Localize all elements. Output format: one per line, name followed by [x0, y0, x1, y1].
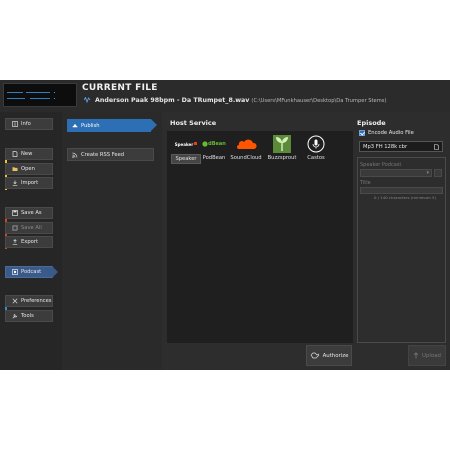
- import-label: Import: [21, 180, 39, 187]
- podcast-publisher-window: CURRENT FILE Anderson Paak 98bpm - Da TR…: [0, 80, 450, 370]
- authorize-label: Authorize: [322, 352, 349, 359]
- tools-button[interactable]: Tools: [5, 309, 53, 322]
- export-icon: [12, 239, 18, 245]
- audio-format-field[interactable]: Mp3 FH 128k cbr: [359, 141, 443, 152]
- buzzsprout-logo: [266, 135, 298, 153]
- podcast-icon: [12, 269, 18, 275]
- castos-logo: [301, 135, 331, 153]
- file-name: Anderson Paak 98bpm - Da TRumpet_8.wav: [95, 97, 250, 104]
- new-button[interactable]: New: [5, 148, 53, 160]
- publish-icon: [72, 123, 78, 129]
- podcast-button[interactable]: Podcast: [5, 266, 58, 278]
- rss-icon: [72, 152, 78, 158]
- service-podbean-label: PodBean: [202, 155, 226, 161]
- open-button[interactable]: Open: [5, 162, 53, 175]
- file-path: (C:\Users\MFunkhauser\Desktop\Da Trumper…: [251, 98, 387, 104]
- title-input[interactable]: [360, 187, 443, 194]
- nav-group-save: Save As Save All Export: [5, 207, 53, 251]
- service-speaker[interactable]: Speaker Speaker: [171, 135, 201, 164]
- title-char-count: 0 / 140 characters (minimum 5): [374, 195, 437, 200]
- nav-group-info: Info: [5, 118, 53, 133]
- info-button[interactable]: Info: [5, 118, 53, 130]
- service-podbean[interactable]: dBean PodBean: [199, 135, 229, 162]
- authorize-button[interactable]: Authorize: [306, 345, 352, 366]
- service-speaker-label: Speaker: [171, 154, 201, 164]
- waveform-thumbnail: [3, 83, 77, 107]
- episode-title: Episode: [357, 119, 386, 127]
- save-all-label: Save All: [21, 224, 42, 231]
- add-podcast-button[interactable]: [434, 169, 442, 177]
- authorize-icon: [310, 352, 320, 359]
- nav-group-podcast: Podcast: [5, 266, 58, 281]
- podcast-label: Podcast: [21, 269, 42, 275]
- preferences-label: Preferences: [21, 298, 52, 304]
- current-file-line: Anderson Paak 98bpm - Da TRumpet_8.wav (…: [84, 96, 387, 104]
- host-service-title: Host Service: [170, 119, 217, 127]
- save-as-button[interactable]: Save As: [5, 207, 53, 219]
- create-rss-feed-label: Create RSS Feed: [81, 151, 125, 158]
- save-as-label: Save As: [21, 210, 42, 216]
- import-icon: [12, 180, 18, 186]
- tools-icon: [12, 313, 18, 319]
- publish-button[interactable]: Publish: [67, 119, 157, 132]
- preferences-icon: [12, 298, 18, 304]
- service-soundcloud-label: SoundCloud: [230, 155, 262, 161]
- service-castos[interactable]: Castos: [301, 135, 331, 162]
- nav-group-file: New Open Import: [5, 148, 53, 192]
- current-file-header: CURRENT FILE Anderson Paak 98bpm - Da TR…: [0, 80, 450, 112]
- export-button[interactable]: Export: [5, 236, 53, 249]
- import-button[interactable]: Import: [5, 177, 53, 190]
- publish-label: Publish: [81, 122, 100, 129]
- podcast-details-box: Speaker Podcast ▾ Title 0 / 140 characte…: [357, 157, 446, 343]
- new-label: New: [21, 151, 33, 157]
- speaker-logo: Speaker: [171, 135, 201, 153]
- title-label: Title: [360, 180, 371, 186]
- save-as-icon: [12, 210, 18, 216]
- speaker-podcast-label: Speaker Podcast: [360, 162, 402, 168]
- service-castos-label: Castos: [307, 155, 325, 161]
- host-service-panel: Speaker Speaker dBean PodBean SoundCloud: [167, 131, 353, 343]
- chevron-down-icon: ▾: [426, 170, 429, 176]
- preferences-button[interactable]: Preferences: [5, 295, 53, 307]
- podcast-submenu: Publish Create RSS Feed: [62, 112, 162, 370]
- current-file-title: CURRENT FILE: [82, 83, 158, 93]
- checkbox-checked-icon: [359, 130, 365, 136]
- nav-group-settings: Preferences Tools: [5, 295, 53, 324]
- service-buzzsprout-label: Buzzsprout: [267, 155, 297, 161]
- folder-icon: [12, 166, 18, 172]
- export-label: Export: [21, 239, 38, 246]
- waveform-file-icon: [84, 97, 91, 103]
- save-all-button[interactable]: Save All: [5, 221, 53, 234]
- speaker-podcast-select[interactable]: ▾: [360, 169, 432, 177]
- encode-audio-checkbox[interactable]: Encode Audio File: [359, 130, 414, 136]
- info-label: Info: [21, 121, 31, 127]
- tools-label: Tools: [21, 312, 34, 319]
- episode-section: Episode Encode Audio File Mp3 FH 128k cb…: [353, 112, 450, 370]
- open-label: Open: [21, 165, 35, 172]
- info-icon: [12, 121, 18, 127]
- soundcloud-logo: [229, 135, 263, 153]
- podbean-logo: dBean: [199, 135, 229, 153]
- upload-label: Upload: [422, 352, 441, 359]
- save-all-icon: [12, 224, 18, 231]
- service-buzzsprout[interactable]: Buzzsprout: [266, 135, 298, 162]
- left-nav: Info New Open Import Save As Save All Ex…: [0, 112, 62, 370]
- document-settings-icon[interactable]: [434, 144, 439, 152]
- new-file-icon: [12, 151, 18, 157]
- audio-format-value: Mp3 FH 128k cbr: [363, 143, 408, 150]
- upload-button[interactable]: Upload: [408, 345, 446, 366]
- create-rss-feed-button[interactable]: Create RSS Feed: [67, 148, 154, 161]
- upload-icon: [413, 352, 419, 359]
- encode-audio-label: Encode Audio File: [368, 130, 414, 136]
- service-soundcloud[interactable]: SoundCloud: [229, 135, 263, 162]
- host-service-section: Host Service Speaker Speaker dBean PodBe…: [163, 112, 353, 370]
